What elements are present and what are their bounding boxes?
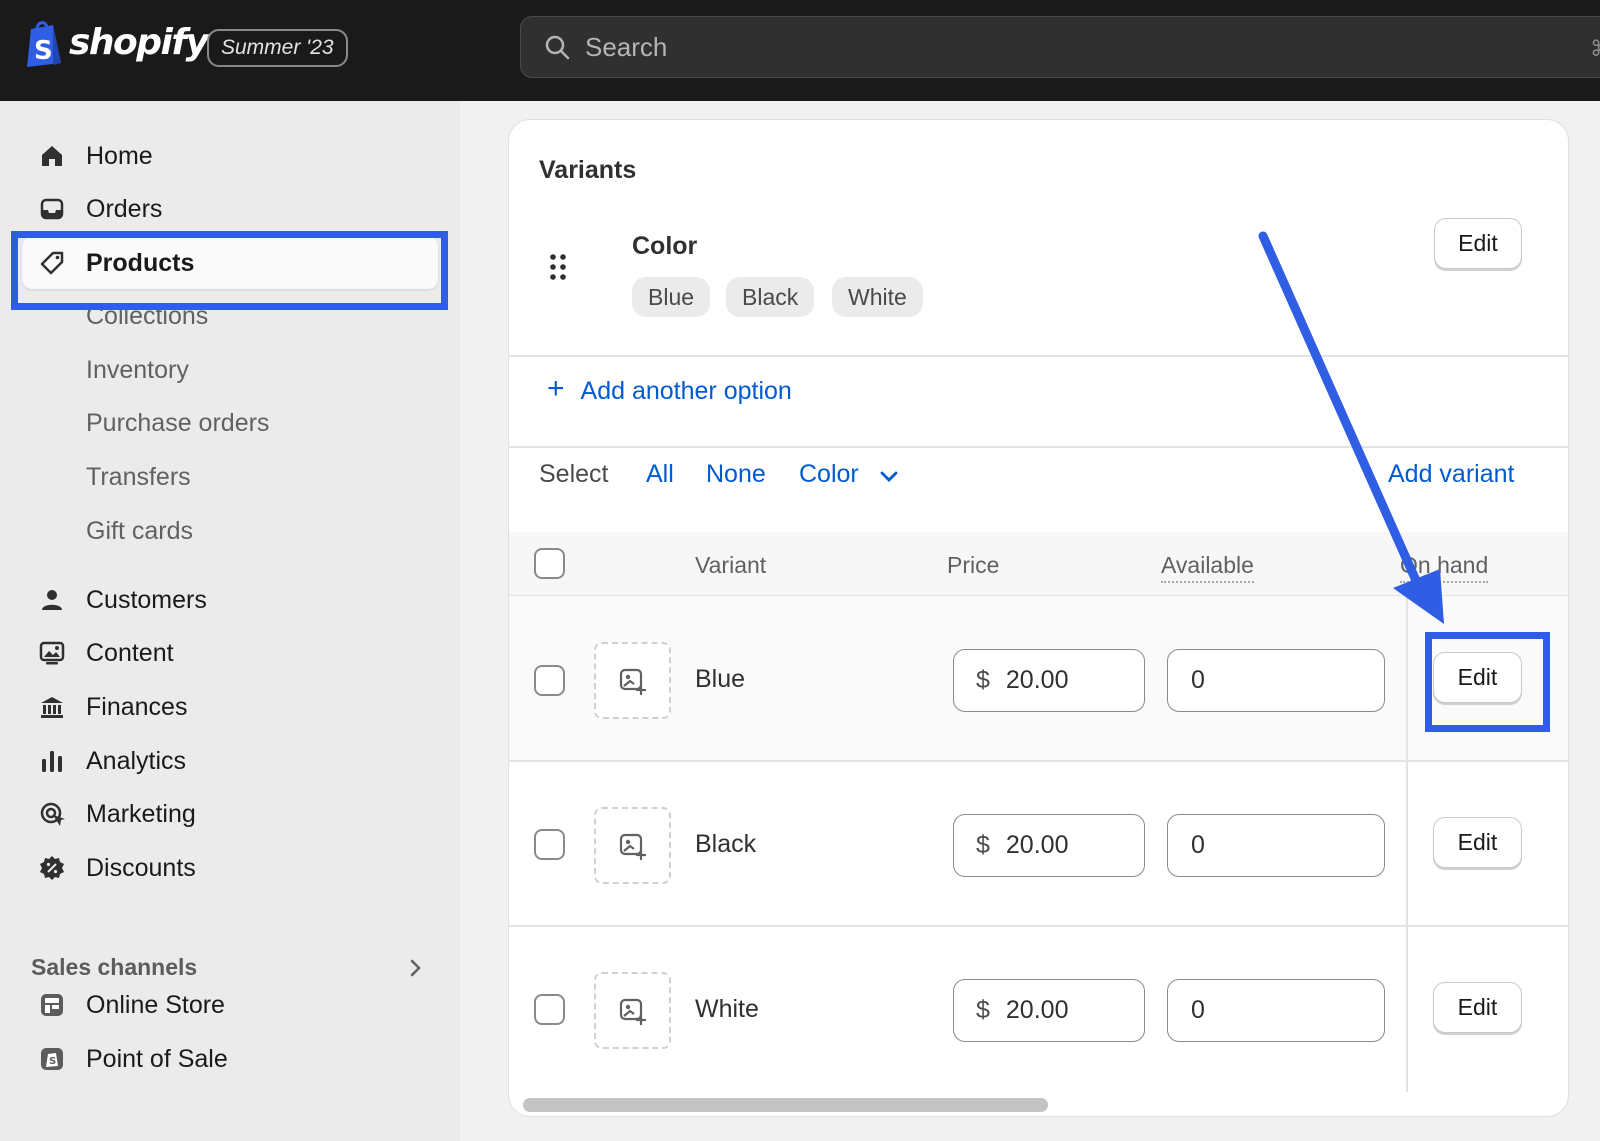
chevron-right-icon[interactable]: [405, 957, 425, 979]
sidebar-item-orders[interactable]: Orders: [22, 183, 438, 235]
svg-text:S: S: [49, 1056, 56, 1067]
option-name: Color: [632, 232, 698, 260]
shopify-logo[interactable]: S shopify: [23, 19, 209, 69]
discount-icon: [38, 854, 66, 882]
edit-on-hand-button[interactable]: Edit: [1433, 817, 1522, 868]
edit-highlight-annotation: [1425, 632, 1550, 732]
sidebar-item-point-of-sale[interactable]: S Point of Sale: [22, 1033, 438, 1085]
edit-on-hand-button[interactable]: Edit: [1433, 982, 1522, 1033]
search-icon: [545, 35, 570, 60]
sidebar-item-discounts[interactable]: Discounts: [22, 842, 438, 894]
add-image-thumbnail[interactable]: [594, 972, 671, 1049]
sidebar-item-purchase-orders[interactable]: Purchase orders: [22, 397, 438, 449]
add-another-option-label: Add another option: [580, 376, 792, 405]
products-highlight-annotation: [11, 231, 448, 310]
available-input[interactable]: 0: [1167, 649, 1385, 712]
pos-icon: S: [38, 1045, 66, 1073]
variant-name: White: [695, 995, 759, 1023]
bar-chart-icon: [38, 747, 66, 775]
add-image-icon: [619, 668, 646, 695]
add-image-icon: [619, 998, 646, 1025]
divider: [509, 446, 1568, 448]
horizontal-scrollbar[interactable]: [523, 1098, 1048, 1112]
row-checkbox[interactable]: [534, 994, 565, 1025]
shopify-bag-icon: S: [27, 21, 61, 67]
price-input[interactable]: $ 20.00: [953, 814, 1145, 877]
brand-wordmark: shopify: [69, 21, 209, 63]
search-bar[interactable]: [520, 16, 1600, 78]
variant-name: Blue: [695, 665, 746, 693]
sidebar-item-analytics[interactable]: Analytics: [22, 735, 438, 787]
shortcut-hint: ⌘: [1590, 36, 1600, 62]
inbox-icon: [38, 195, 66, 223]
sidebar-item-marketing[interactable]: Marketing: [22, 788, 438, 840]
home-icon: [38, 142, 66, 170]
sidebar-item-customers[interactable]: Customers: [22, 574, 438, 626]
divider: [509, 355, 1568, 357]
person-icon: [38, 586, 66, 614]
edition-badge: Summer '23: [207, 29, 348, 67]
variants-card: Variants Color Blue Black White Edit + A…: [508, 119, 1569, 1117]
sidebar-item-gift-cards[interactable]: Gift cards: [22, 505, 438, 557]
add-image-thumbnail[interactable]: [594, 642, 671, 719]
add-variant-link[interactable]: Add variant: [1388, 460, 1514, 489]
svg-text:S: S: [34, 36, 53, 66]
available-input[interactable]: 0: [1167, 814, 1385, 877]
sales-channels-heading: Sales channels: [31, 954, 198, 980]
sidebar-item-online-store[interactable]: Online Store: [22, 979, 438, 1031]
price-input[interactable]: $ 20.00: [953, 979, 1145, 1042]
option-value-chip: White: [832, 277, 923, 317]
sidebar-item-content[interactable]: Content: [22, 627, 438, 679]
target-icon: [38, 800, 66, 828]
available-input[interactable]: 0: [1167, 979, 1385, 1042]
column-header-available: Available: [1161, 552, 1254, 583]
select-all-link[interactable]: All: [646, 460, 674, 489]
option-value-chip: Blue: [632, 277, 711, 317]
row-checkbox[interactable]: [534, 665, 565, 696]
add-another-option-link[interactable]: + Add another option: [547, 372, 792, 406]
search-input[interactable]: [585, 31, 1185, 63]
chevron-down-icon[interactable]: [878, 468, 900, 486]
divider: [509, 760, 1568, 762]
option-value-chip: Black: [726, 277, 815, 317]
edit-option-button[interactable]: Edit: [1434, 218, 1522, 269]
column-header-price: Price: [947, 552, 1000, 578]
drag-handle-icon[interactable]: [549, 253, 567, 281]
store-icon: [38, 991, 66, 1019]
column-header-variant: Variant: [695, 552, 767, 578]
top-bar: S shopify Summer '23 ⌘: [0, 0, 1600, 101]
sidebar-item-inventory[interactable]: Inventory: [22, 344, 438, 396]
column-header-on-hand: On hand: [1400, 552, 1489, 583]
variants-title: Variants: [539, 156, 637, 184]
row-checkbox[interactable]: [534, 829, 565, 860]
image-icon: [38, 639, 66, 667]
variant-name: Black: [695, 830, 757, 858]
sidebar-item-home[interactable]: Home: [22, 130, 438, 182]
price-input[interactable]: $ 20.00: [953, 649, 1145, 712]
add-image-thumbnail[interactable]: [594, 807, 671, 884]
divider: [509, 925, 1568, 927]
select-label: Select: [539, 460, 609, 488]
bank-icon: [38, 693, 66, 721]
column-divider: [1406, 596, 1408, 1092]
sidebar-item-transfers[interactable]: Transfers: [22, 451, 438, 503]
select-color-dropdown[interactable]: Color: [799, 460, 859, 489]
plus-icon: +: [547, 372, 565, 405]
add-image-icon: [619, 833, 646, 860]
select-none-link[interactable]: None: [706, 460, 766, 489]
select-all-checkbox[interactable]: [534, 548, 565, 579]
sidebar-item-finances[interactable]: Finances: [22, 681, 438, 733]
